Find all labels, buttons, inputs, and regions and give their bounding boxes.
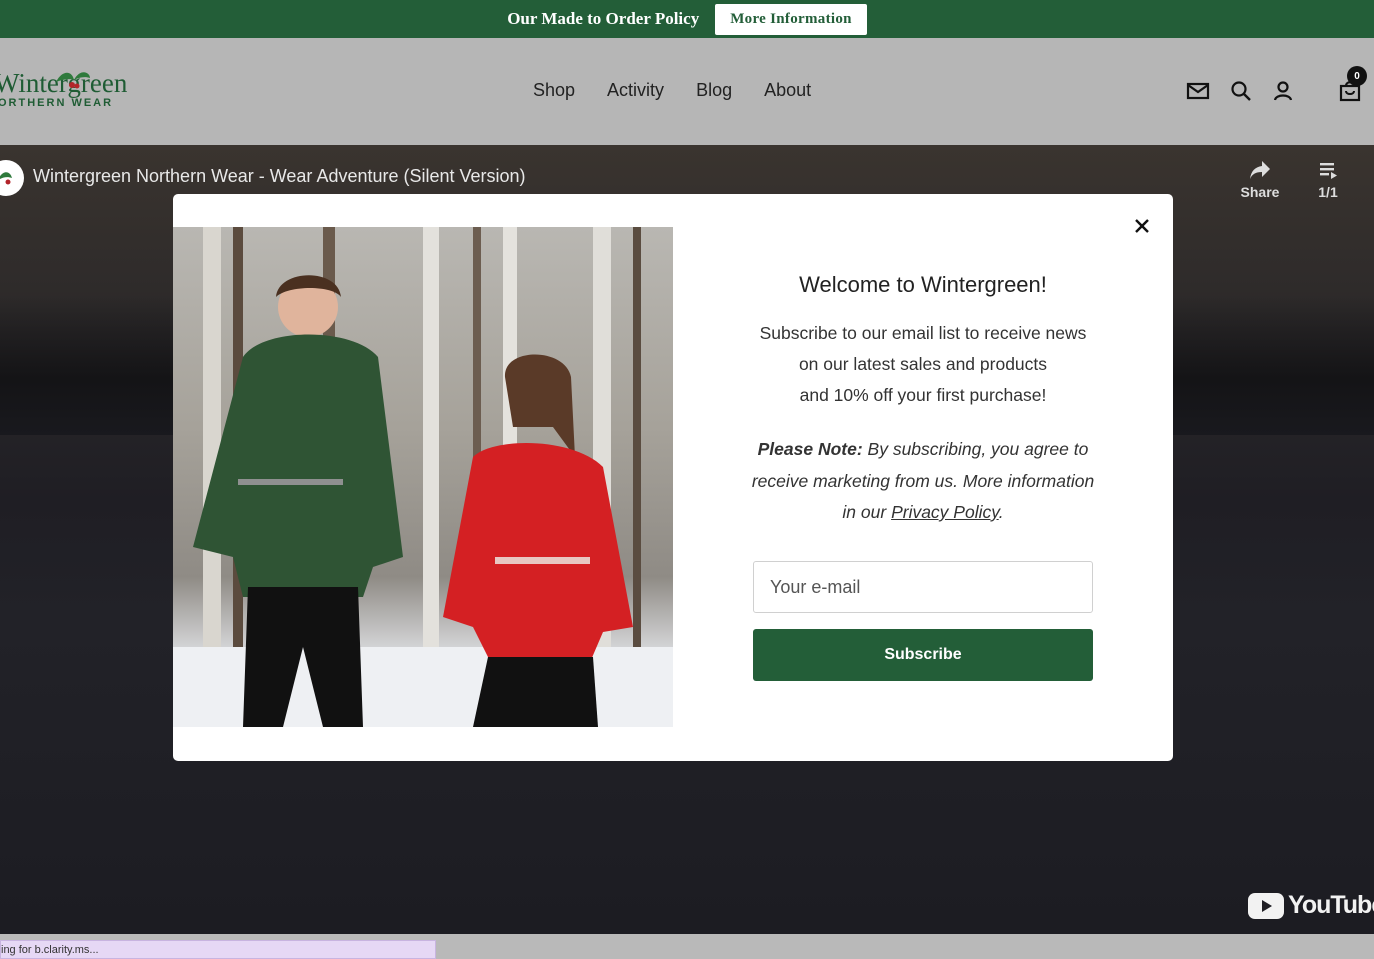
playlist-count: 1/1: [1318, 184, 1338, 200]
channel-avatar[interactable]: [0, 160, 24, 196]
playlist-icon: [1320, 163, 1337, 179]
modal-body: Subscribe to our email list to receive n…: [743, 318, 1103, 411]
modal-note: Please Note: By subscribing, you agree t…: [743, 434, 1103, 529]
modal-body-line: Subscribe to our email list to receive n…: [759, 323, 1087, 343]
video-playlist-button[interactable]: 1/1: [1310, 159, 1346, 200]
close-modal-button[interactable]: [1131, 215, 1153, 237]
modal-body-line: and 10% off your first purchase!: [799, 385, 1047, 405]
youtube-play-icon: [1248, 892, 1284, 919]
youtube-logo[interactable]: YouTube: [1248, 891, 1374, 920]
browser-status-text: ing for b.clarity.ms...: [0, 940, 436, 959]
search-icon[interactable]: [1228, 78, 1254, 104]
video-share-button[interactable]: Share: [1240, 159, 1280, 200]
cart-count-badge: 0: [1347, 66, 1367, 86]
modal-photo: [173, 227, 673, 727]
video-title[interactable]: Wintergreen Northern Wear - Wear Adventu…: [33, 166, 526, 187]
youtube-wordmark: YouTube: [1288, 891, 1374, 919]
privacy-policy-link[interactable]: Privacy Policy: [891, 502, 999, 522]
modal-title: Welcome to Wintergreen!: [799, 272, 1047, 297]
mail-icon[interactable]: [1185, 78, 1211, 104]
share-label: Share: [1240, 184, 1280, 200]
subscribe-button[interactable]: Subscribe: [753, 629, 1093, 681]
announcement-message: Our Made to Order Policy: [507, 9, 700, 28]
share-icon: [1250, 161, 1270, 179]
announcement-bar: Our Made to Order Policy More Informatio…: [0, 0, 1374, 38]
modal-body-line: on our latest sales and products: [798, 354, 1048, 374]
newsletter-modal: Welcome to Wintergreen! Subscribe to our…: [173, 194, 1173, 761]
note-heading: Please Note:: [757, 439, 863, 459]
close-icon: [1135, 219, 1149, 233]
account-icon[interactable]: [1270, 78, 1296, 104]
site-header: Wintergreen ORTHERN WEAR Shop Activity B…: [0, 38, 1374, 145]
email-input[interactable]: [753, 561, 1093, 613]
more-information-button[interactable]: More Information: [715, 3, 867, 35]
header-icons: [0, 78, 1374, 108]
note-end: .: [998, 502, 1004, 522]
couple-in-winter-image: [173, 227, 673, 727]
